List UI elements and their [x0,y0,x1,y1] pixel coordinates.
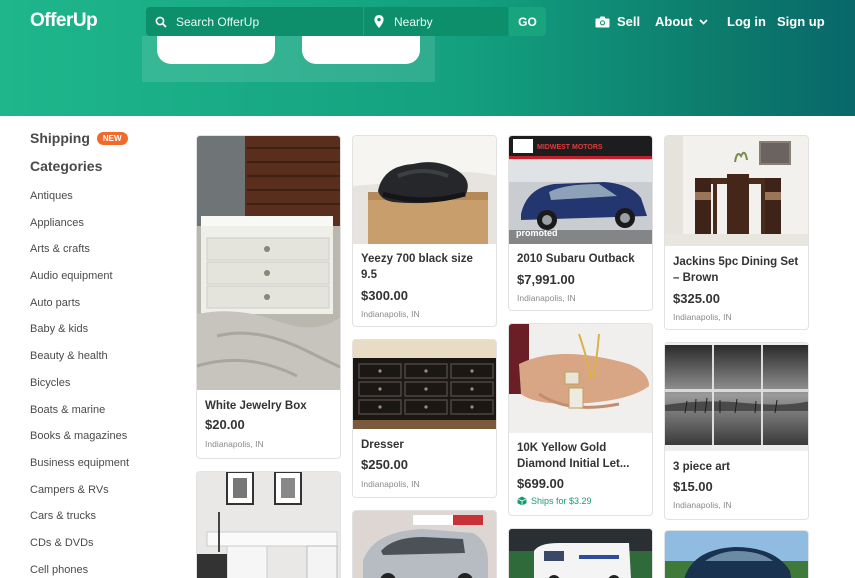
search-icon [146,16,176,28]
category-item[interactable]: Business equipment [30,457,190,484]
listing-photo [665,136,808,246]
listing-title: White Jewelry Box [205,400,307,412]
listing-card-jewelry-box[interactable]: White Jewelry Box $20.00 Indianapolis, I… [196,135,341,459]
listing-card-yeezy[interactable]: Yeezy 700 black size 9.5 $300.00 Indiana… [352,135,497,327]
listing-title: Dresser [361,439,404,451]
category-item[interactable]: Arts & crafts [30,243,190,270]
listing-price: $20.00 [205,417,245,432]
category-item[interactable]: Baby & kids [30,323,190,350]
category-item[interactable]: Boats & marine [30,404,190,431]
location-pin-icon [364,15,394,28]
listing-title: Yeezy 700 black size 9.5 [361,253,473,281]
listing-location: Indianapolis, IN [361,309,420,319]
listing-title: 10K Yellow Gold Diamond Initial Let... [517,442,630,470]
listing-price: $699.00 [517,476,564,491]
shipping-label: Shipping [30,130,90,146]
listing-location: Indianapolis, IN [205,439,264,449]
new-badge: NEW [96,131,128,145]
listing-card-car[interactable] [664,530,809,578]
listing-title: 3 piece art [673,461,730,473]
listing-card-gold-chain[interactable]: 10K Yellow Gold Diamond Initial Let... $… [508,323,653,516]
listing-title: Jackins 5pc Dining Set – Brown [673,256,799,284]
search-input[interactable]: Search OfferUp [146,7,363,36]
shipping-box-icon [517,496,527,506]
promo-button-1[interactable] [157,36,275,64]
listing-location: Indianapolis, IN [673,312,732,322]
category-item[interactable]: Beauty & health [30,350,190,377]
login-link[interactable]: Log in [727,14,766,29]
category-item[interactable]: CDs & DVDs [30,537,190,564]
listing-photo [197,136,340,390]
listing-card-minivan[interactable] [352,510,497,578]
listing-photo [353,511,496,578]
promo-button-2[interactable] [302,36,420,64]
listing-price: $300.00 [361,288,408,303]
listing-card-dresser[interactable]: Dresser $250.00 Indianapolis, IN [352,339,497,498]
listing-photo [353,340,496,429]
category-item[interactable]: Antiques [30,190,190,217]
listing-location: Indianapolis, IN [673,500,732,510]
offerup-logo[interactable]: OfferUp [30,10,98,32]
listing-card-rv[interactable] [508,528,653,578]
listing-photo [197,472,340,578]
category-item[interactable]: Books & magazines [30,430,190,457]
search-bar: Search OfferUp Nearby GO [146,7,546,36]
listing-location: Indianapolis, IN [517,293,576,303]
camera-icon [595,16,610,28]
location-input[interactable]: Nearby [364,7,508,36]
sell-label: Sell [617,14,641,29]
ships-info: Ships for $3.29 [517,496,592,506]
category-item[interactable]: Bicycles [30,377,190,404]
listing-photo [665,343,808,451]
listing-photo [509,529,652,578]
shipping-filter[interactable]: Shipping NEW [30,128,190,148]
listing-photo: MIDWEST MOTORS promoted [509,136,652,244]
listing-price: $15.00 [673,479,713,494]
signup-link[interactable]: Sign up [777,14,825,29]
listing-card-subaru[interactable]: MIDWEST MOTORS promoted 2010 Subaru Outb… [508,135,653,311]
about-label: About [655,14,693,29]
category-item[interactable]: Cell phones [30,564,190,578]
categories-heading: Categories [30,158,103,174]
category-item[interactable]: Auto parts [30,297,190,324]
listing-title: 2010 Subaru Outback [517,253,635,265]
top-header: OfferUp Search OfferUp Nearby GO Sell Ab… [0,0,855,116]
chevron-down-icon [698,18,708,25]
category-item[interactable]: Appliances [30,217,190,244]
listing-photo [353,136,496,244]
location-value: Nearby [394,14,433,29]
promoted-badge: promoted [516,228,558,238]
category-list: Antiques Appliances Arts & crafts Audio … [30,190,190,578]
about-menu[interactable]: About [655,14,708,29]
category-item[interactable]: Campers & RVs [30,484,190,511]
promo-banner [142,36,435,82]
dealer-name: MIDWEST MOTORS [537,144,603,151]
listing-card-desk[interactable] [196,471,341,578]
listing-card-art[interactable]: 3 piece art $15.00 Indianapolis, IN [664,342,809,520]
search-placeholder: Search OfferUp [176,14,260,29]
go-button[interactable]: GO [509,7,546,36]
category-item[interactable]: Audio equipment [30,270,190,297]
listing-location: Indianapolis, IN [361,479,420,489]
listing-price: $7,991.00 [517,272,575,287]
listing-price: $325.00 [673,291,720,306]
category-sidebar: Shipping NEW Categories Antiques Applian… [30,128,190,578]
listing-photo [665,531,808,578]
listing-price: $250.00 [361,457,408,472]
sell-link[interactable]: Sell [595,14,640,29]
listing-card-dining-set[interactable]: Jackins 5pc Dining Set – Brown $325.00 I… [664,135,809,330]
category-item[interactable]: Cars & trucks [30,510,190,537]
shipping-price: Ships for $3.29 [531,496,592,506]
listing-photo [509,324,652,433]
